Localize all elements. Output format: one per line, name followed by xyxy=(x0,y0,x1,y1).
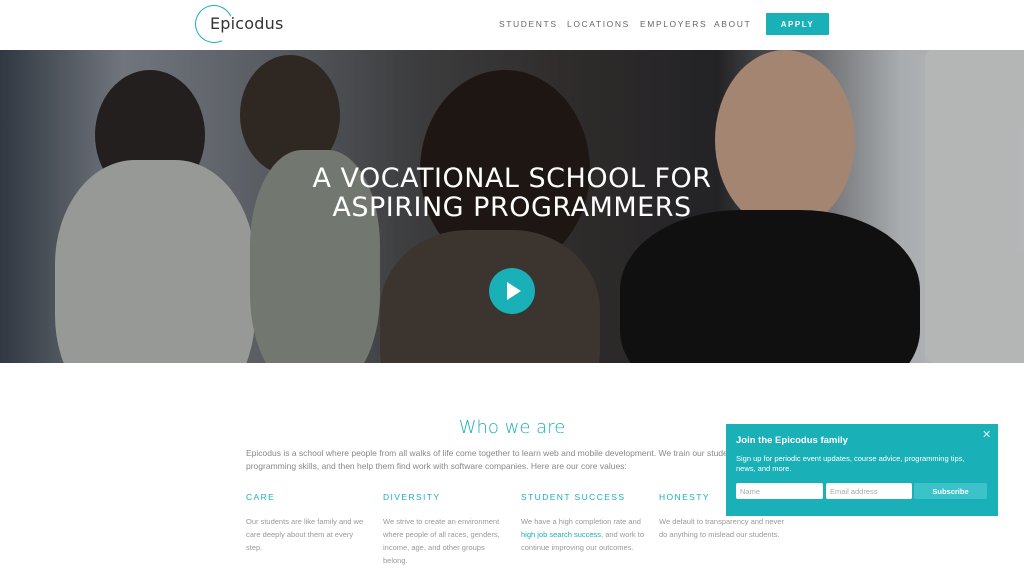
site-header: Epicodus STUDENTS LOCATIONS EMPLOYERS AB… xyxy=(0,0,1024,50)
value-diversity: DIVERSITY We strive to create an environ… xyxy=(383,492,508,567)
nav-employers[interactable]: EMPLOYERS xyxy=(640,19,707,29)
play-icon[interactable] xyxy=(489,268,535,314)
value-body: Our students are like family and we care… xyxy=(246,517,364,552)
hero-banner: A VOCATIONAL SCHOOL FOR ASPIRING PROGRAM… xyxy=(0,50,1024,363)
value-body: We strive to create an environment where… xyxy=(383,517,500,565)
nav-students[interactable]: STUDENTS xyxy=(499,19,558,29)
value-body: We have a high completion rate and high … xyxy=(521,515,646,554)
hero-title-line2: ASPIRING PROGRAMMERS xyxy=(332,192,692,223)
newsletter-popup: Join the Epicodus family Sign up for per… xyxy=(726,424,998,516)
value-heading: CARE xyxy=(246,492,276,502)
value-heading: DIVERSITY xyxy=(383,492,441,502)
nav-about[interactable]: ABOUT xyxy=(714,19,751,29)
value-body-text: We have a high completion rate and xyxy=(521,517,641,526)
logo-text: Epicodus xyxy=(210,14,284,33)
name-input[interactable] xyxy=(736,483,823,499)
apply-button[interactable]: APPLY xyxy=(766,13,829,35)
logo[interactable]: Epicodus xyxy=(189,0,283,49)
popup-text: Sign up for periodic event updates, cour… xyxy=(736,454,965,473)
job-search-success-link[interactable]: high job search success xyxy=(521,530,601,539)
value-body: We default to transparency and never do … xyxy=(659,517,784,539)
close-icon[interactable]: ✕ xyxy=(982,428,991,441)
popup-title: Join the Epicodus family xyxy=(736,435,848,446)
value-student-success: STUDENT SUCCESS We have a high completio… xyxy=(521,492,646,554)
nav-locations[interactable]: LOCATIONS xyxy=(567,19,630,29)
intro-paragraph: Epicodus is a school where people from a… xyxy=(246,448,801,471)
email-input[interactable] xyxy=(826,483,912,499)
value-care: CARE Our students are like family and we… xyxy=(246,492,371,554)
subscribe-button[interactable]: Subscribe xyxy=(914,483,987,499)
hero-title-line1: A VOCATIONAL SCHOOL FOR xyxy=(312,163,712,194)
value-heading: STUDENT SUCCESS xyxy=(521,492,626,502)
